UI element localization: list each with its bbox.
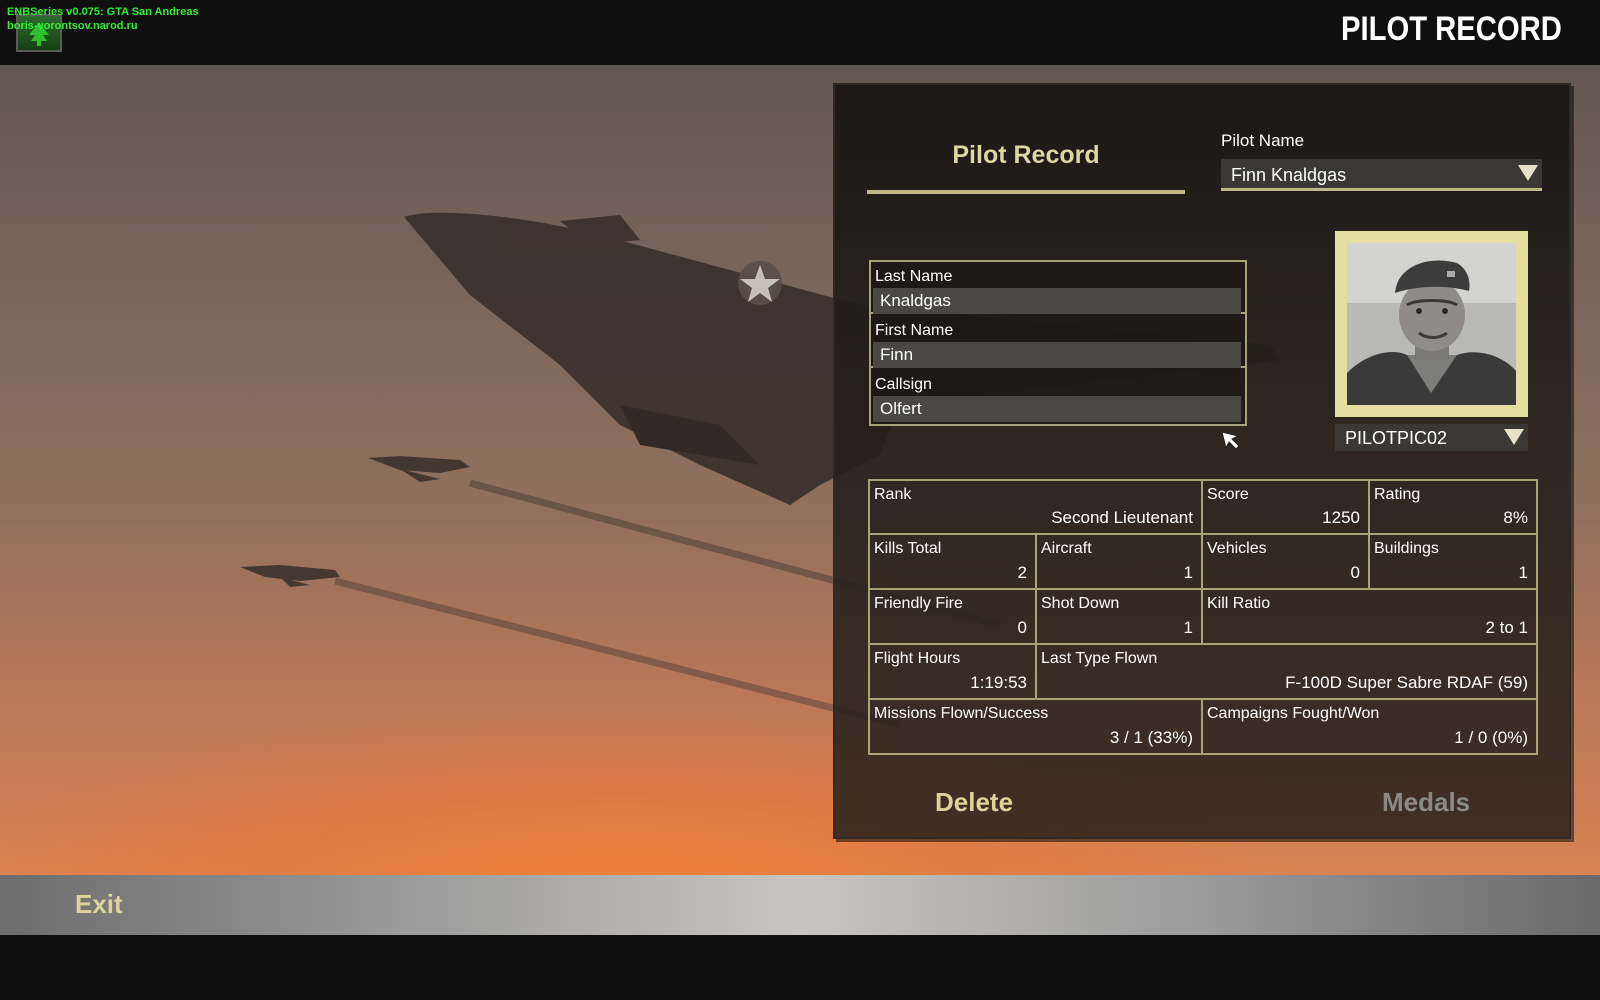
callsign-label: Callsign — [875, 376, 932, 393]
medals-button[interactable]: Medals — [1382, 787, 1470, 818]
stat-label: Kill Ratio — [1207, 595, 1271, 612]
stat-label: Friendly Fire — [874, 595, 963, 612]
first-name-row: First Name — [871, 316, 1245, 368]
top-bar: ENBSeries v0.075: GTA San Andreas boris-… — [0, 0, 1600, 65]
pilot-name-label: Pilot Name — [1221, 131, 1305, 150]
stat-value: 3 / 1 (33%) — [1109, 728, 1193, 747]
stat-shot-down: Shot Down 1 — [1037, 590, 1203, 645]
pilot-name-dropdown[interactable]: Finn Knaldgas — [1221, 159, 1542, 191]
first-name-label: First Name — [875, 322, 954, 339]
stat-label: Kills Total — [874, 540, 942, 557]
stat-kills-total: Kills Total 2 — [870, 535, 1037, 590]
pilot-name-value: Finn Knaldgas — [1231, 165, 1347, 185]
stat-buildings: Buildings 1 — [1370, 535, 1536, 590]
portrait-value: PILOTPIC02 — [1345, 428, 1448, 448]
stat-campaigns: Campaigns Fought/Won 1 / 0 (0%) — [1203, 700, 1536, 753]
last-name-label: Last Name — [875, 268, 953, 285]
stat-label: Missions Flown/Success — [874, 705, 1049, 722]
enb-overlay-url: boris-vorontsov.narod.ru — [7, 20, 138, 32]
first-name-input[interactable] — [873, 342, 1241, 368]
name-fields-box: Last Name First Name Callsign — [869, 260, 1247, 426]
chevron-down-icon[interactable] — [1504, 429, 1524, 445]
stat-label: Buildings — [1374, 540, 1439, 557]
bottom-bar: Exit — [0, 875, 1600, 935]
stat-value: 0 — [1017, 618, 1027, 637]
stat-label: Vehicles — [1207, 540, 1267, 557]
stat-label: Last Type Flown — [1041, 650, 1158, 667]
stat-last-type-flown: Last Type Flown F-100D Super Sabre RDAF … — [1037, 645, 1536, 700]
stat-rating: Rating 8% — [1370, 481, 1536, 535]
stat-rank: Rank Second Lieutenant — [870, 481, 1203, 535]
panel-heading: Pilot Record — [952, 141, 1100, 169]
screen-title: PILOT RECORD — [1341, 10, 1562, 48]
stat-score: Score 1250 — [1203, 481, 1370, 535]
stat-kill-ratio: Kill Ratio 2 to 1 — [1203, 590, 1536, 645]
pilot-portrait[interactable] — [1335, 231, 1528, 417]
exit-button[interactable]: Exit — [75, 889, 123, 920]
stat-label: Campaigns Fought/Won — [1207, 705, 1380, 722]
pilot-record-panel: Pilot Record Pilot Name Finn Knaldgas La… — [833, 83, 1571, 839]
mouse-cursor-icon — [1221, 431, 1240, 450]
pilot-photo-image — [1347, 243, 1516, 405]
stat-value: 2 — [1017, 563, 1027, 582]
stat-value: 1 — [1183, 618, 1193, 637]
stat-value: 1 / 0 (0%) — [1454, 728, 1528, 747]
stat-missions: Missions Flown/Success 3 / 1 (33%) — [870, 700, 1203, 753]
stat-label: Flight Hours — [874, 650, 961, 667]
enb-overlay-title: ENBSeries v0.075: GTA San Andreas — [7, 6, 199, 18]
stat-friendly-fire: Friendly Fire 0 — [870, 590, 1037, 645]
stat-label: Aircraft — [1041, 540, 1092, 557]
stat-label: Rating — [1374, 486, 1421, 503]
stat-aircraft: Aircraft 1 — [1037, 535, 1203, 590]
last-name-input[interactable] — [873, 288, 1241, 314]
callsign-input[interactable] — [873, 396, 1241, 422]
pilot-stats-grid: Rank Second Lieutenant Score 1250 Rating… — [868, 479, 1538, 755]
stat-value: 1 — [1183, 563, 1193, 582]
chevron-down-icon[interactable] — [1518, 165, 1538, 181]
last-name-row: Last Name — [871, 262, 1245, 314]
portrait-dropdown[interactable]: PILOTPIC02 — [1335, 424, 1528, 451]
callsign-row: Callsign — [871, 370, 1245, 422]
stat-flight-hours: Flight Hours 1:19:53 — [870, 645, 1037, 700]
stat-value: 1:19:53 — [970, 673, 1027, 692]
stat-value: 1 — [1518, 563, 1528, 582]
stat-value: 1250 — [1322, 508, 1360, 527]
stat-value: Second Lieutenant — [1051, 508, 1193, 527]
delete-button[interactable]: Delete — [935, 787, 1013, 818]
stat-value: F-100D Super Sabre RDAF (59) — [1285, 673, 1528, 692]
stat-value: 2 to 1 — [1485, 618, 1528, 637]
stat-label: Rank — [874, 486, 912, 503]
footer-strip — [0, 935, 1600, 1000]
stat-label: Score — [1207, 486, 1249, 503]
stat-label: Shot Down — [1041, 595, 1120, 612]
stat-vehicles: Vehicles 0 — [1203, 535, 1370, 590]
heading-underline — [867, 190, 1185, 194]
stat-value: 0 — [1350, 563, 1360, 582]
stat-value: 8% — [1503, 508, 1528, 527]
